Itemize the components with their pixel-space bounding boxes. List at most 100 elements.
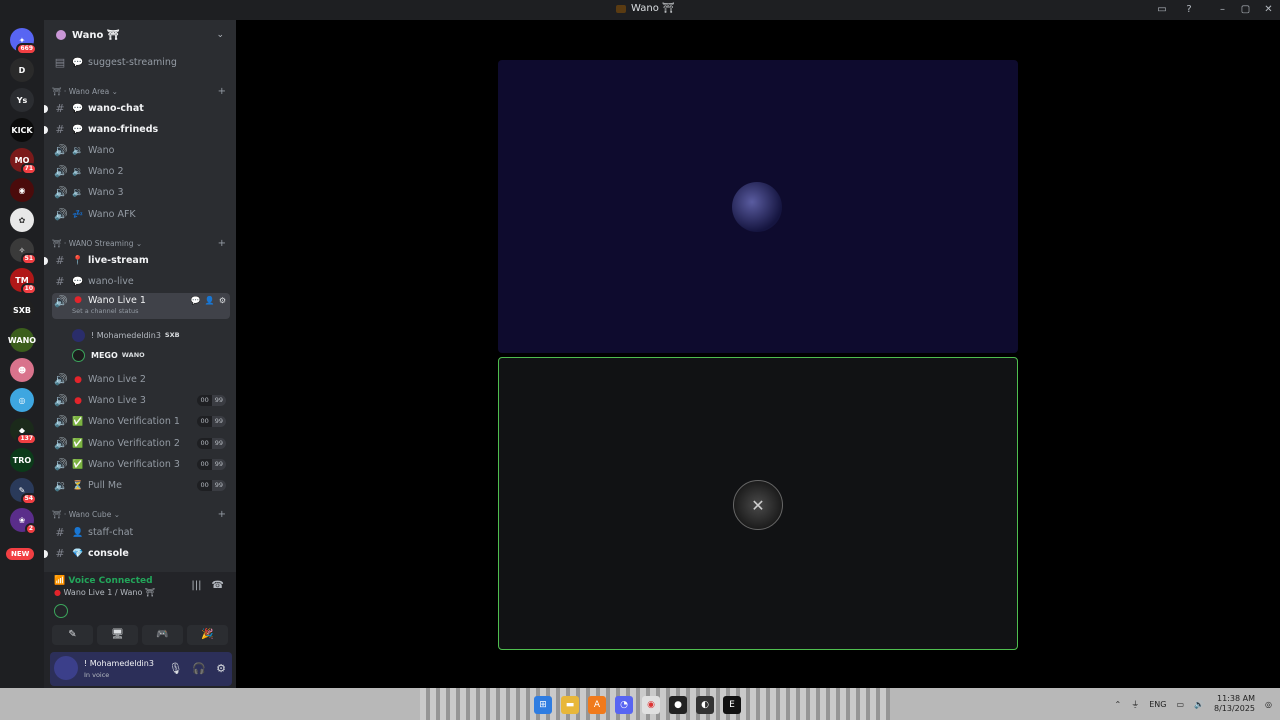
channel-label: Wano AFK (88, 209, 136, 220)
category-icon: ⛩ · (52, 238, 69, 248)
user-limit-max: 99 (211, 395, 226, 406)
server-mo-icon[interactable]: MO 71 (10, 148, 37, 175)
mention-badge: 10 (20, 283, 37, 295)
server-ys-icon[interactable]: Ys (10, 88, 34, 112)
activity-button[interactable]: 🎮 (142, 625, 183, 645)
channel-tools: 💬 👤 ⚙ (191, 296, 226, 305)
add-channel-icon[interactable]: + (218, 509, 226, 520)
obs-icon[interactable]: ● (669, 696, 687, 714)
server-blue-icon[interactable]: ◎ (10, 388, 34, 412)
user-panel[interactable]: ! Mohamedeldin3 In voice 🎙 🎧 ⚙ (50, 652, 232, 686)
voice-member[interactable]: MEGO WANO (72, 346, 145, 364)
gear-icon[interactable]: ⚙ (216, 662, 226, 675)
chat-icon[interactable]: 💬 (191, 296, 201, 305)
activity-icon[interactable] (54, 604, 68, 618)
volume-icon[interactable]: 🔊 (1194, 700, 1204, 709)
maximize-button[interactable]: ▢ (1234, 0, 1257, 20)
voice-channel-link[interactable]: ● Wano Live 1 / Wano ⛩ (54, 588, 155, 597)
title-bar: Wano ⛩ ▭ ? – ▢ ✕ (0, 0, 1280, 20)
windows-start-icon[interactable]: ⊞ (534, 696, 552, 714)
channel-wano-afk[interactable]: 🔊 💤 Wano AFK (52, 205, 230, 224)
chrome-icon[interactable]: ◉ (642, 696, 660, 714)
noise-suppression-icon[interactable]: ||| (191, 580, 201, 591)
server-wano-icon[interactable]: WANO (8, 328, 36, 352)
channel-console[interactable]: # 💎 console (44, 544, 230, 563)
channel-wano-verification-3[interactable]: 🔊 ✅ Wano Verification 3 00 99 (52, 455, 230, 474)
channel-wano-frineds[interactable]: # 💬 wano-frineds (44, 120, 230, 139)
server-art-icon[interactable]: ✧ 51 (10, 238, 37, 265)
language-indicator[interactable]: ENG (1149, 700, 1166, 709)
headphones-icon[interactable]: 🎧 (192, 662, 206, 675)
channel-wano[interactable]: 🔊 🔉 Wano (52, 141, 230, 160)
chevron-down-icon[interactable]: ⌄ (216, 30, 224, 40)
network-icon[interactable]: ▭ (1176, 700, 1184, 709)
microphone-icon[interactable]: 🎙 (168, 662, 182, 675)
channel-staff-chat[interactable]: # 👤 staff-chat (52, 523, 230, 542)
inbox-icon[interactable]: ▭ (1155, 3, 1169, 17)
avatar[interactable] (54, 656, 78, 680)
voice-channel-icon: 🔊 (54, 437, 68, 450)
user-count: 00 (197, 395, 212, 406)
window-title: Wano ⛩ (616, 3, 675, 14)
screen-share-button[interactable]: 🖥 (97, 625, 138, 645)
channel-wano-live-2[interactable]: 🔊 ● Wano Live 2 (52, 370, 230, 389)
gear-icon[interactable]: ⚙ (219, 296, 226, 305)
speaker-icon: 🔉 (72, 187, 84, 198)
category-wano-area[interactable]: ⛩ · Wano Area ⌄ + (52, 84, 230, 98)
notification-icon[interactable]: ◎ (1265, 700, 1272, 709)
steam-icon[interactable]: ◐ (696, 696, 714, 714)
discord-icon[interactable]: ◔ (615, 696, 633, 714)
disconnect-icon[interactable]: ☎ (212, 580, 224, 591)
channel-pull-me[interactable]: 🔉 ⏳ Pull Me 00 99 (52, 476, 230, 495)
add-channel-icon[interactable]: + (218, 238, 226, 249)
server-kirby-icon[interactable]: ☻ (10, 358, 34, 382)
set-channel-status[interactable]: Set a channel status (72, 307, 139, 315)
voice-connected-status: 📶 Voice Connected (54, 576, 153, 586)
channel-wano-live[interactable]: # 💬 wano-live (52, 272, 230, 291)
clock[interactable]: 11:38 AM 8/13/2025 (1214, 694, 1255, 714)
voice-member[interactable]: ! Mohamedeldin3 SXB (72, 326, 180, 344)
app-a-icon[interactable]: A (588, 696, 606, 714)
server-tro-icon[interactable]: TRO (10, 448, 34, 472)
channel-wano-3[interactable]: 🔊 🔉 Wano 3 (52, 183, 230, 202)
voice-channel-icon: 🔊 (54, 458, 68, 471)
server-d-icon[interactable]: D (10, 58, 34, 82)
channel-wano-live-1[interactable]: 🔊 ● Wano Live 1 💬 👤 ⚙ Set a channel stat… (52, 293, 230, 319)
chevron-down-icon: ⌄ (133, 238, 143, 248)
invite-icon[interactable]: 👤 (205, 296, 215, 305)
server-kick-icon[interactable]: KICK (10, 118, 34, 142)
file-explorer-icon[interactable]: ▬ (561, 696, 579, 714)
camera-off-button[interactable]: ✎ (52, 625, 93, 645)
server-header[interactable]: Wano ⛩ ⌄ (44, 20, 236, 50)
discord-home-icon[interactable]: ✦ 669 (10, 28, 37, 55)
user-limit: 00 99 (197, 416, 226, 427)
server-anime-icon[interactable]: ✎ 54 (10, 478, 37, 505)
channel-label: Pull Me (88, 480, 122, 491)
epic-games-icon[interactable]: E (723, 696, 741, 714)
channel-wano-verification-2[interactable]: 🔊 ✅ Wano Verification 2 00 99 (52, 434, 230, 453)
server-purple-icon[interactable]: ❀ 2 (10, 508, 37, 535)
chevron-up-icon[interactable]: ⌃ (1115, 700, 1122, 709)
category-wano-streaming[interactable]: ⛩ · WANO Streaming ⌄ + (52, 236, 230, 250)
server-red-icon[interactable]: ◉ (10, 178, 34, 202)
channel-live-stream[interactable]: # 📍 live-stream (44, 251, 230, 270)
channel-wano-chat[interactable]: # 💬 wano-chat (44, 99, 230, 118)
help-icon[interactable]: ? (1182, 3, 1196, 17)
close-button[interactable]: ✕ (1257, 0, 1280, 20)
soundboard-button[interactable]: 🎉 (187, 625, 228, 645)
channel-wano-2[interactable]: 🔊 🔉 Wano 2 (52, 162, 230, 181)
diamond-icon: 💎 (72, 548, 84, 559)
server-white-icon[interactable]: ✿ (10, 208, 34, 232)
participant-tile[interactable] (498, 60, 1018, 353)
add-channel-icon[interactable]: + (218, 86, 226, 97)
server-tm-icon[interactable]: TM 10 (10, 268, 37, 295)
category-wano-cube[interactable]: ⛩ · Wano Cube ⌄ + (52, 507, 230, 521)
server-dark-icon[interactable]: ◆ 137 (10, 418, 37, 445)
channel-wano-live-3[interactable]: 🔊 ● Wano Live 3 00 99 (52, 391, 230, 410)
channel-suggest-streaming[interactable]: ▤ 💬 suggest-streaming (52, 53, 230, 72)
usb-icon[interactable]: ⏚ (1131, 699, 1139, 710)
participant-tile-speaking[interactable]: ✕ (498, 357, 1018, 650)
server-sxb-icon[interactable]: SXB (10, 298, 34, 322)
minimize-button[interactable]: – (1211, 0, 1234, 20)
channel-wano-verification-1[interactable]: 🔊 ✅ Wano Verification 1 00 99 (52, 412, 230, 431)
